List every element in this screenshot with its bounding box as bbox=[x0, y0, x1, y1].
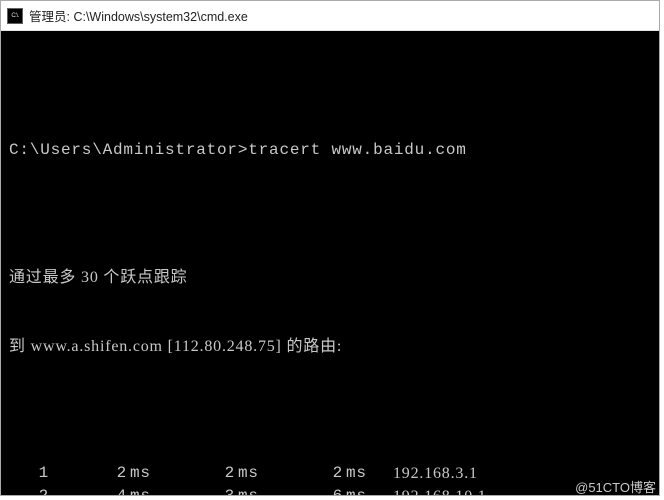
hop-time2: 2 bbox=[157, 462, 235, 485]
watermark: @51CTO博客 bbox=[575, 477, 656, 496]
tracert-table: 12ms2ms2ms192.168.3.124ms3ms6ms192.168.1… bbox=[9, 462, 651, 495]
cmd-icon: C:\. bbox=[7, 8, 23, 24]
table-row: 12ms2ms2ms192.168.3.1 bbox=[9, 462, 651, 485]
trace-header-line2: 到 www.a.shifen.com [112.80.248.75] 的路由: bbox=[9, 335, 651, 358]
window-title: 管理员: C:\Windows\system32\cmd.exe bbox=[29, 6, 248, 25]
hop-number: 2 bbox=[9, 485, 49, 495]
prompt-path: C:\Users\Administrator> bbox=[9, 141, 248, 159]
hop-time1: 2 bbox=[49, 462, 127, 485]
cmd-window: C:\. 管理员: C:\Windows\system32\cmd.exe C:… bbox=[0, 0, 660, 496]
hop-time1: 4 bbox=[49, 485, 127, 495]
hop-time3: 2 bbox=[265, 462, 343, 485]
terminal-output[interactable]: C:\Users\Administrator>tracert www.baidu… bbox=[1, 31, 659, 495]
hop-time2: 3 bbox=[157, 485, 235, 495]
prompt-command: tracert www.baidu.com bbox=[248, 141, 466, 159]
window-titlebar[interactable]: C:\. 管理员: C:\Windows\system32\cmd.exe bbox=[1, 1, 659, 31]
hop-number: 1 bbox=[9, 462, 49, 485]
trace-header-line1: 通过最多 30 个跃点跟踪 bbox=[9, 266, 651, 289]
hop-host: 192.168.3.1 bbox=[373, 462, 478, 485]
hop-time3: 6 bbox=[265, 485, 343, 495]
hop-host: 192.168.10.1 bbox=[373, 485, 487, 495]
prompt-line: C:\Users\Administrator>tracert www.baidu… bbox=[9, 139, 651, 162]
table-row: 24ms3ms6ms192.168.10.1 bbox=[9, 485, 651, 495]
